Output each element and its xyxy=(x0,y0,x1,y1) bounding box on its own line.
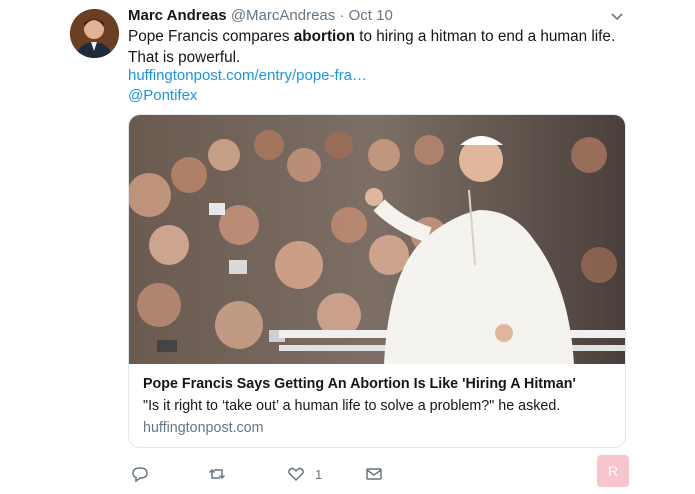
tweet-text: Pope Francis compares abortion to hiring… xyxy=(128,26,623,68)
retweet-button[interactable] xyxy=(208,465,226,483)
envelope-icon xyxy=(366,468,382,480)
retweet-icon xyxy=(208,468,226,480)
floating-r-label: R xyxy=(607,463,619,479)
tweet-header: Marc Andreas @MarcAndreas · Oct 10 xyxy=(128,7,393,24)
floating-r-button[interactable]: R xyxy=(597,455,629,487)
header-separator: · xyxy=(339,7,345,24)
tweet-actions: 1 xyxy=(0,465,695,485)
author-avatar[interactable] xyxy=(70,9,119,58)
author-name[interactable]: Marc Andreas xyxy=(128,7,227,24)
card-image xyxy=(129,115,625,364)
direct-message-button[interactable] xyxy=(365,465,383,483)
link-preview-card[interactable]: Pope Francis Says Getting An Abortion Is… xyxy=(128,114,626,448)
like-button[interactable]: 1 xyxy=(287,465,322,483)
like-count: 1 xyxy=(315,466,323,482)
tweet-text-bold: abortion xyxy=(293,28,355,45)
card-title: Pope Francis Says Getting An Abortion Is… xyxy=(143,376,576,392)
heart-icon xyxy=(288,467,304,482)
tweet-date[interactable]: Oct 10 xyxy=(349,7,393,24)
tweet-url-link[interactable]: huffingtonpost.com/entry/pope-fra… xyxy=(128,67,367,84)
mention-link[interactable]: @Pontifex xyxy=(128,87,197,104)
tweet-text-part: Pope Francis compares xyxy=(128,28,294,45)
reply-icon xyxy=(132,467,148,483)
card-domain: huffingtonpost.com xyxy=(143,420,264,436)
chevron-down-icon[interactable] xyxy=(609,9,625,25)
card-description: "Is it right to ‘take out’ a human life … xyxy=(143,398,561,414)
author-handle[interactable]: @MarcAndreas xyxy=(231,7,335,24)
reply-button[interactable] xyxy=(131,465,149,483)
